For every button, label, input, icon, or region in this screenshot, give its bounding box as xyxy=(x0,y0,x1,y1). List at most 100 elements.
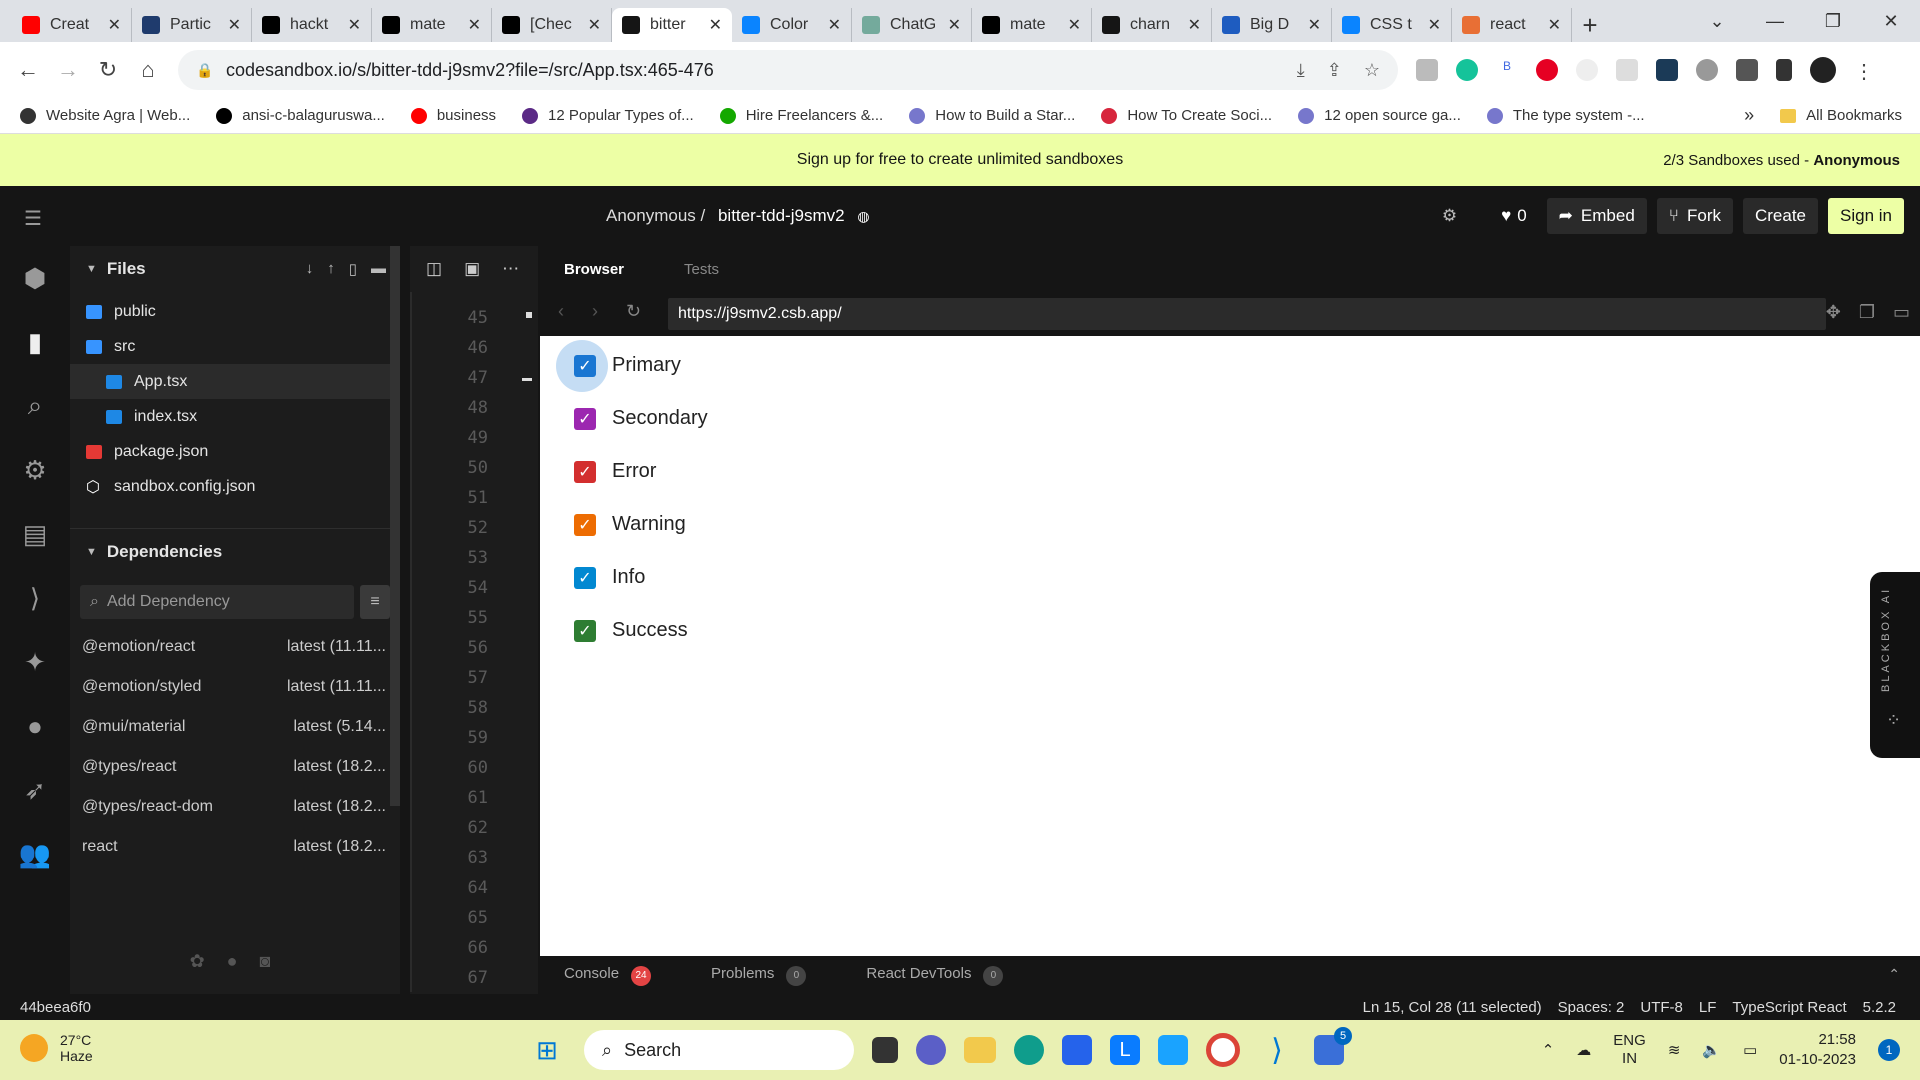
dependency-row[interactable]: @emotion/react latest (11.11... xyxy=(70,627,400,667)
devtools-tab[interactable]: React DevTools 0 xyxy=(866,965,1004,986)
chrome-icon[interactable] xyxy=(1206,1033,1240,1067)
site-info-icon[interactable]: 🔒 xyxy=(196,62,213,79)
twitter-icon[interactable]: ✿ xyxy=(190,951,205,972)
dependency-list-button[interactable]: ≡ xyxy=(360,585,390,619)
tab-close-icon[interactable]: ✕ xyxy=(1188,15,1201,35)
extension-json-icon[interactable] xyxy=(1576,59,1598,81)
l-app-icon[interactable]: L xyxy=(1110,1035,1140,1065)
cube-icon[interactable]: ⬢ xyxy=(0,246,70,310)
chrome-menu-icon[interactable]: ⋮ xyxy=(1854,59,1874,83)
rocket-icon[interactable]: ➶ xyxy=(0,758,70,822)
github-icon[interactable]: ● xyxy=(0,694,70,758)
breadcrumb-owner[interactable]: Anonymous / xyxy=(606,206,705,225)
browser-tab[interactable]: CSS t ✕ xyxy=(1332,8,1452,42)
tab-close-icon[interactable]: ✕ xyxy=(468,15,481,35)
weather-widget[interactable]: 27°C Haze xyxy=(20,1032,93,1064)
extensions-puzzle-icon[interactable] xyxy=(1736,59,1758,81)
toggle-devtools-icon[interactable]: ▭ xyxy=(1893,302,1910,323)
docker-icon[interactable]: ▤ xyxy=(0,502,70,566)
browser-tab[interactable]: mate ✕ xyxy=(372,8,492,42)
install-icon[interactable]: ⤓ xyxy=(1297,60,1305,81)
extension-react-icon[interactable] xyxy=(1656,59,1678,81)
battery-icon[interactable]: ▭ xyxy=(1743,1041,1757,1059)
preview-forward-icon[interactable]: › xyxy=(592,301,598,322)
checkbox-secondary[interactable]: ✓ Secondary xyxy=(574,407,708,430)
tab-close-icon[interactable]: ✕ xyxy=(1068,15,1081,35)
browser-tab[interactable]: charn ✕ xyxy=(1092,8,1212,42)
browser-tab[interactable]: mate ✕ xyxy=(972,8,1092,42)
preview-url-input[interactable]: https://j9smv2.csb.app/ xyxy=(668,298,1826,330)
github-icon[interactable]: ● xyxy=(227,951,238,972)
maximize-icon[interactable]: ❐ xyxy=(1804,11,1862,32)
close-window-icon[interactable]: ✕ xyxy=(1862,11,1920,32)
language-mode[interactable]: TypeScript React xyxy=(1732,999,1846,1016)
profile-avatar[interactable] xyxy=(1810,57,1836,83)
file-tree-item[interactable]: App.tsx xyxy=(70,364,400,399)
preview-refresh-icon[interactable]: ↻ xyxy=(626,301,641,322)
teams-icon[interactable]: 5 xyxy=(1314,1027,1352,1065)
tab-search-icon[interactable]: ⌄ xyxy=(1688,11,1746,32)
tab-close-icon[interactable]: ✕ xyxy=(709,15,722,35)
tab-close-icon[interactable]: ✕ xyxy=(1548,15,1561,35)
download-icon[interactable]: ↓ xyxy=(306,260,314,278)
dependency-row[interactable]: @types/react latest (18.2... xyxy=(70,747,400,787)
problems-tab[interactable]: Problems 0 xyxy=(711,965,807,986)
dependencies-header[interactable]: ▼ Dependencies xyxy=(70,529,400,575)
line-ending[interactable]: LF xyxy=(1699,999,1717,1016)
home-icon[interactable]: ⌂ xyxy=(128,57,168,83)
bookmark-item[interactable]: 12 open source ga... xyxy=(1298,107,1461,124)
browser-tab[interactable]: Color ✕ xyxy=(732,8,852,42)
extension-pinterest-icon[interactable] xyxy=(1536,59,1558,81)
hamburger-menu-icon[interactable]: ☰ xyxy=(24,206,44,231)
indentation[interactable]: Spaces: 2 xyxy=(1558,999,1625,1016)
file-icon[interactable]: ▮ xyxy=(0,310,70,374)
dependency-row[interactable]: @types/react-dom latest (18.2... xyxy=(70,787,400,827)
browser-tab[interactable]: Creat ✕ xyxy=(12,8,132,42)
side-panel-icon[interactable] xyxy=(1776,59,1792,81)
bookmark-item[interactable]: Hire Freelancers &... xyxy=(719,107,883,124)
browser-tab[interactable]: bitter ✕ xyxy=(612,8,732,42)
bookmark-item[interactable]: ansi-c-balaguruswa... xyxy=(216,107,385,124)
share-icon[interactable]: ⇪ xyxy=(1327,60,1342,81)
add-dependency-input[interactable]: ⌕ Add Dependency xyxy=(80,585,354,619)
browser-tab[interactable]: Big D ✕ xyxy=(1212,8,1332,42)
search-icon[interactable]: ⌕ xyxy=(0,374,70,438)
checkmark-icon[interactable]: ✓ xyxy=(574,619,596,642)
create-button[interactable]: Create xyxy=(1742,198,1819,234)
vscode-icon[interactable]: ⟩ xyxy=(0,566,70,630)
banner-text[interactable]: Sign up for free to create unlimited san… xyxy=(797,151,1123,169)
sign-in-button[interactable]: Sign in xyxy=(1828,198,1904,234)
checkbox-primary[interactable]: ✓ Primary xyxy=(574,354,681,377)
store-icon[interactable] xyxy=(1062,1035,1092,1065)
more-options-icon[interactable]: ⋯ xyxy=(502,259,519,279)
blackbox-ai-tab[interactable]: BLACKBOX AI ⁘ xyxy=(1870,572,1920,758)
tab-close-icon[interactable]: ✕ xyxy=(228,15,241,35)
extension-code-icon[interactable] xyxy=(1416,59,1438,81)
bookmark-star-icon[interactable]: ☆ xyxy=(1364,60,1380,81)
checkmark-icon[interactable]: ✓ xyxy=(574,566,596,589)
settings-gear-icon[interactable]: ⚙ xyxy=(1432,206,1467,226)
extension-grammarly-icon[interactable] xyxy=(1456,59,1478,81)
file-explorer-icon[interactable] xyxy=(964,1037,996,1063)
edge-icon[interactable] xyxy=(1014,1035,1044,1065)
browser-tab[interactable]: Partic ✕ xyxy=(132,8,252,42)
fork-button[interactable]: ⑂ Fork xyxy=(1656,198,1733,234)
new-tab-icon[interactable]: + xyxy=(1572,8,1608,42)
bookmarks-overflow-icon[interactable]: » xyxy=(1744,105,1754,126)
bookmark-item[interactable]: 12 Popular Types of... xyxy=(522,107,694,124)
minimize-icon[interactable]: — xyxy=(1746,11,1804,32)
browser-tab[interactable]: [Chec ✕ xyxy=(492,8,612,42)
bookmark-item[interactable]: How To Create Soci... xyxy=(1101,107,1272,124)
upload-icon[interactable]: ↑ xyxy=(327,260,335,278)
language-indicator[interactable]: ENG IN xyxy=(1613,1032,1646,1068)
tab-browser[interactable]: Browser xyxy=(564,261,624,278)
split-view-icon[interactable]: ◫ xyxy=(426,259,442,279)
extension-b-icon[interactable]: B xyxy=(1496,59,1518,81)
checkbox-success[interactable]: ✓ Success xyxy=(574,619,688,642)
responsive-icon[interactable]: ✥ xyxy=(1826,302,1841,323)
omnibox[interactable]: 🔒 codesandbox.io/s/bitter-tdd-j9smv2?fil… xyxy=(178,50,1398,90)
tab-close-icon[interactable]: ✕ xyxy=(588,15,601,35)
file-tree-item[interactable]: public xyxy=(70,294,400,329)
chevron-up-icon[interactable]: ⌃ xyxy=(1888,966,1900,983)
tab-close-icon[interactable]: ✕ xyxy=(108,15,121,35)
